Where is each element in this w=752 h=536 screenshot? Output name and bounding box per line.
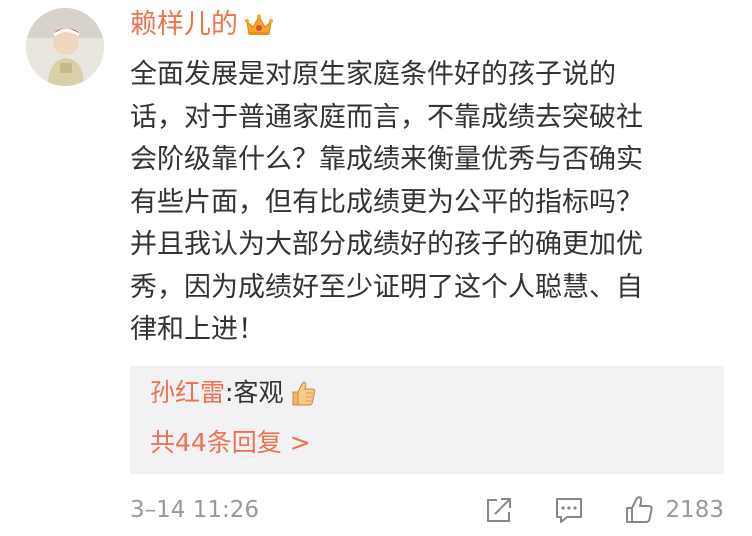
like-count: 2183 — [665, 497, 724, 523]
comment-author[interactable]: 赖样儿的 — [130, 6, 274, 44]
reply-preview[interactable]: 孙红雷 : 客观 共44条回复 > — [130, 366, 724, 474]
share-icon[interactable] — [483, 494, 515, 526]
avatar[interactable] — [26, 8, 104, 86]
avatar-photo — [26, 8, 104, 86]
reply-separator: : — [225, 378, 234, 407]
like-icon[interactable] — [623, 494, 655, 526]
reply-text: 客观 — [233, 378, 284, 407]
reply-item[interactable]: 孙红雷 : 客观 — [150, 374, 317, 412]
reply-author[interactable]: 孙红雷 — [150, 374, 225, 412]
comment-timestamp: 3–14 11:26 — [130, 497, 259, 523]
comment-actions: 2183 — [483, 490, 724, 530]
comment-icon[interactable] — [553, 494, 585, 526]
view-all-replies-link[interactable]: 共44条回复 > — [150, 424, 311, 462]
comment-author-name[interactable]: 赖样儿的 — [130, 6, 238, 44]
comment-body: 全面发展是对原生家庭条件好的孩子说的 话，对于普通家庭而言，不靠成绩去突破社 会… — [130, 59, 643, 345]
thumbs-up-emoji — [292, 381, 316, 406]
crown-icon — [245, 14, 273, 35]
